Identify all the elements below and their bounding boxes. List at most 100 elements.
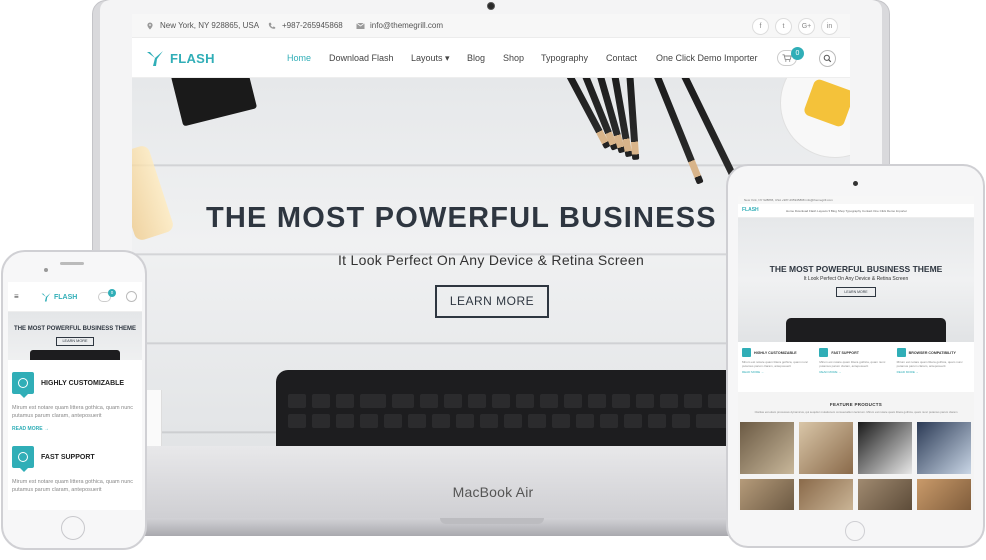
phone-speaker: [60, 262, 84, 265]
phone-icon: [268, 22, 276, 30]
search-icon[interactable]: [126, 291, 137, 302]
topbar-phone: +987-265945868: [268, 21, 343, 30]
mail-icon: [356, 22, 365, 30]
product-thumbnail[interactable]: [917, 422, 971, 474]
keyboard-key: [552, 414, 570, 428]
keyboard-key: [288, 394, 306, 408]
tablet-feature-head: FAST SUPPORT: [819, 348, 892, 357]
topbar-location: New York, NY 928865, USA: [146, 21, 259, 30]
topbar-email-text[interactable]: info@themegrill.com: [370, 21, 443, 30]
tablet-feature-text: Mirum est notare quam littera gothica, q…: [896, 360, 963, 368]
nav-shop[interactable]: Shop: [503, 53, 524, 63]
tablet-topbar: New York, NY 928865, USA +987-265945868 …: [738, 196, 974, 204]
hero-keyboard-image: [276, 370, 756, 446]
product-thumbnail[interactable]: [858, 479, 912, 510]
phone-screen: ≡ FLASH 0 THE MOST POWERFUL BUSINESS THE…: [8, 282, 142, 510]
tablet-logo[interactable]: FLASH: [742, 207, 759, 213]
tablet-feature-text: Mirum est notare quam littera gothica, q…: [819, 360, 886, 368]
phone-hero-title: THE MOST POWERFUL BUSINESS THEME: [14, 326, 136, 332]
keyboard-key: [384, 414, 402, 428]
topbar-phone-text[interactable]: +987-265945868: [282, 21, 343, 30]
phone-home-button[interactable]: [61, 516, 85, 540]
tablet-hero: THE MOST POWERFUL BUSINESS THEME It Look…: [738, 218, 974, 342]
phone-feature-title: FAST SUPPORT: [41, 453, 95, 461]
keyboard-key: [588, 394, 606, 408]
tablet-hero-keyboard-image: [786, 318, 946, 342]
keyboard-key: [444, 394, 462, 408]
keyboard-key: [636, 394, 654, 408]
site-logo[interactable]: FLASH: [146, 49, 215, 67]
phone-header: ≡ FLASH 0: [8, 282, 142, 312]
nav-blog[interactable]: Blog: [467, 53, 485, 63]
learn-more-button[interactable]: LEARN MORE: [435, 285, 549, 318]
product-thumbnail[interactable]: [917, 479, 971, 510]
tablet-products-text: Claritas est etiam processus dynamicus, …: [754, 410, 958, 414]
keyboard-key: [504, 414, 522, 428]
tablet-learn-more-button[interactable]: LEARN MORE: [836, 287, 876, 297]
keyboard-key: [576, 414, 594, 428]
topbar-location-text: New York, NY 928865, USA: [160, 21, 260, 30]
laptop-topbar: New York, NY 928865, USA +987-265945868 …: [132, 14, 850, 38]
nav-typography[interactable]: Typography: [541, 53, 588, 63]
tablet-screen: New York, NY 928865, USA +987-265945868 …: [738, 196, 974, 510]
phone-learn-more-button[interactable]: LEARN MORE: [56, 337, 94, 346]
menu-icon[interactable]: ≡: [14, 292, 19, 301]
tablet-home-button[interactable]: [845, 521, 865, 541]
keyboard-key: [684, 394, 702, 408]
phone-read-more-link[interactable]: READ MORE →: [12, 426, 138, 432]
tablet-feature: HIGHLY CUSTOMIZABLE Mirum est notare qua…: [740, 348, 817, 392]
product-thumbnail[interactable]: [740, 479, 794, 510]
tablet-products-title: FEATURE PRODUCTS: [829, 402, 883, 407]
keyboard-key: [516, 394, 534, 408]
facebook-icon[interactable]: f: [752, 18, 769, 35]
tablet-read-more-link[interactable]: READ MORE →: [742, 370, 815, 374]
keyboard-key: [408, 414, 426, 428]
keyboard-key: [660, 394, 678, 408]
laptop-header: FLASH Home Download Flash Layouts ▾ Blog…: [132, 38, 850, 78]
linkedin-icon[interactable]: in: [821, 18, 838, 35]
product-thumbnail[interactable]: [799, 479, 853, 510]
phone-cart-count-badge: 0: [108, 289, 116, 297]
keyboard-key: [336, 394, 354, 408]
nav-layouts[interactable]: Layouts ▾: [411, 53, 450, 64]
keyboard-key: [312, 394, 330, 408]
keyboard-key: [564, 394, 582, 408]
keyboard-key: [456, 414, 474, 428]
keyboard-key: [612, 394, 630, 408]
site-logo-text: FLASH: [170, 50, 215, 66]
nav-home[interactable]: Home: [287, 53, 311, 63]
keyboard-key: [336, 414, 354, 428]
map-pin-icon: [146, 22, 154, 30]
tablet-nav[interactable]: Home Download Flash Layouts ▾ Blog Shop …: [786, 209, 907, 213]
laptop-camera: [487, 2, 495, 10]
keyboard-key: [480, 414, 498, 428]
keyboard-key: [312, 414, 330, 428]
phone-logo[interactable]: FLASH: [41, 292, 77, 302]
tablet-feature-products: FEATURE PRODUCTS Claritas est etiam proc…: [738, 392, 974, 510]
keyboard-key: [648, 414, 666, 428]
product-thumbnail[interactable]: [858, 422, 912, 474]
tablet-camera: [853, 181, 858, 186]
phone-camera: [44, 268, 48, 272]
gear-icon: [12, 372, 34, 398]
google-plus-icon[interactable]: G+: [798, 18, 815, 35]
nav-one-click-demo-importer[interactable]: One Click Demo Importer: [656, 53, 758, 63]
tablet-read-more-link[interactable]: READ MORE →: [819, 370, 892, 374]
phone-feature-head: FAST SUPPORT: [12, 446, 138, 472]
tablet-header: FLASH Home Download Flash Layouts ▾ Blog…: [738, 204, 974, 218]
gear-icon: [742, 348, 751, 357]
search-icon[interactable]: [819, 50, 836, 67]
nav-contact[interactable]: Contact: [606, 53, 637, 63]
twitter-icon[interactable]: t: [775, 18, 792, 35]
lifebuoy-icon: [819, 348, 829, 357]
device-mockup-stage: New York, NY 928865, USA +987-265945868 …: [0, 0, 986, 560]
product-thumbnail[interactable]: [799, 422, 853, 474]
phone-feature-text: Mirum est notare quam littera gothica, q…: [12, 479, 134, 493]
flash-logo-icon: [147, 51, 163, 66]
phone-feature: FAST SUPPORT Mirum est notare quam litte…: [8, 446, 142, 510]
nav-download-flash[interactable]: Download Flash: [329, 53, 394, 63]
lifebuoy-icon: [12, 446, 34, 472]
product-thumbnail[interactable]: [740, 422, 794, 474]
topbar-email: info@themegrill.com: [356, 21, 443, 30]
tablet-read-more-link[interactable]: READ MORE →: [897, 370, 970, 374]
